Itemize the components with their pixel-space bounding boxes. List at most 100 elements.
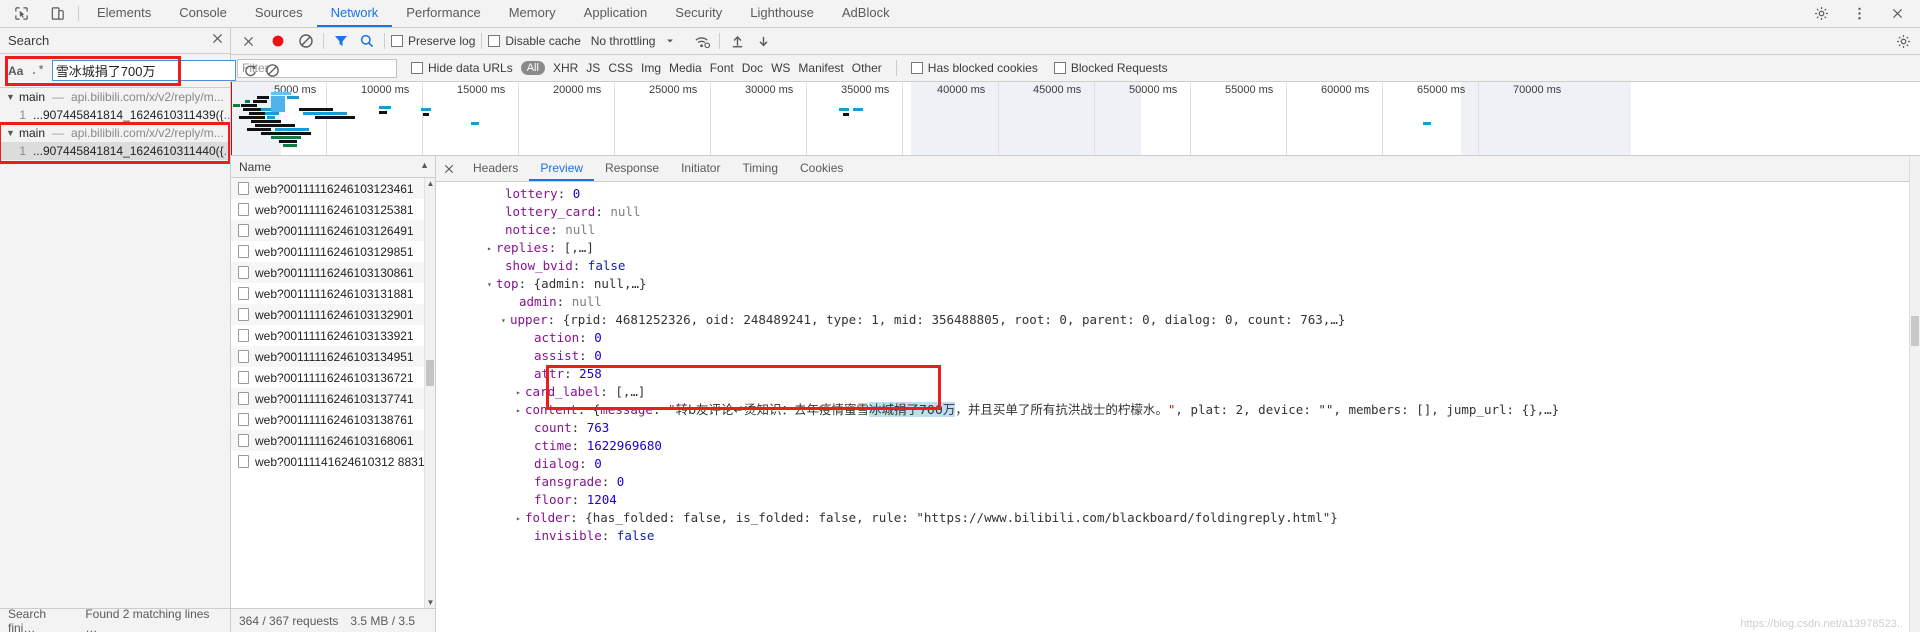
checkbox-box[interactable] (391, 35, 403, 47)
scroll-up-icon[interactable]: ▲ (425, 178, 435, 189)
tab-elements[interactable]: Elements (83, 0, 165, 27)
import-har-icon[interactable] (726, 30, 748, 52)
request-row[interactable]: web?00111116246103138761 (231, 409, 435, 430)
checkbox-box[interactable] (910, 62, 923, 74)
request-row[interactable]: web?00111116246103133921 (231, 325, 435, 346)
device-toolbar-icon[interactable] (46, 3, 68, 25)
tab-application[interactable]: Application (570, 0, 662, 27)
tab-adblock[interactable]: AdBlock (828, 0, 904, 27)
type-filter-all[interactable]: All (520, 61, 545, 75)
tab-memory[interactable]: Memory (495, 0, 570, 27)
tab-security[interactable]: Security (661, 0, 736, 27)
type-filter-xhr[interactable]: XHR (553, 61, 578, 75)
tab-network[interactable]: Network (316, 0, 393, 27)
chevron-right-icon[interactable]: ▸ (516, 510, 525, 528)
request-row[interactable]: web?00111116246103131881 (231, 283, 435, 304)
checkbox-box[interactable] (488, 35, 501, 47)
scrollbar-thumb[interactable] (1911, 316, 1919, 346)
request-row[interactable]: web?00111116246103123461 (231, 178, 435, 199)
type-filter-doc[interactable]: Doc (742, 61, 763, 75)
chevron-right-icon[interactable]: ▸ (516, 384, 525, 402)
outer-scrollbar[interactable] (1909, 156, 1920, 632)
throttling-select[interactable]: No throttling (591, 34, 656, 48)
detail-tab-timing[interactable]: Timing (731, 156, 789, 181)
request-list-rows[interactable]: web?00111116246103123461 web?00111116246… (231, 178, 435, 608)
request-row[interactable]: web?00111141624610312 8831 (231, 451, 435, 472)
chevron-down-icon[interactable]: ▼ (6, 92, 15, 102)
hide-data-urls-checkbox[interactable]: Hide data URLs (411, 61, 513, 75)
type-filter-manifest[interactable]: Manifest (798, 61, 843, 75)
detail-tab-headers[interactable]: Headers (462, 156, 529, 181)
json-sep: : (579, 348, 595, 363)
gear-icon[interactable] (1810, 3, 1832, 25)
json-preview-tree[interactable]: ▸lottery: 0 ▸lottery_card: null ▸notice:… (436, 182, 1909, 632)
tab-console[interactable]: Console (165, 0, 241, 27)
chevron-down-icon[interactable]: ▾ (487, 276, 496, 294)
sort-asc-icon[interactable]: ▲ (420, 160, 429, 170)
request-row[interactable]: web?00111116246103134951 (231, 346, 435, 367)
search-result-file[interactable]: ▼ main — api.bilibili.com/x/v2/reply/m..… (0, 88, 230, 106)
disable-cache-checkbox[interactable]: Disable cache (488, 34, 581, 48)
tab-sources[interactable]: Sources (241, 0, 317, 27)
type-filter-css[interactable]: CSS (608, 61, 633, 75)
request-row[interactable]: web?00111116246103130861 (231, 262, 435, 283)
record-stop-icon[interactable] (267, 30, 289, 52)
search-icon[interactable] (356, 30, 378, 52)
chevron-down-icon[interactable]: ▼ (6, 128, 15, 138)
detail-tab-cookies[interactable]: Cookies (789, 156, 854, 181)
request-row[interactable]: web?00111116246103137741 (231, 388, 435, 409)
close-icon[interactable] (237, 30, 259, 52)
request-row[interactable]: web?00111116246103136721 (231, 367, 435, 388)
request-list-header[interactable]: Name ▲ (231, 156, 435, 178)
scrollbar-thumb[interactable] (426, 360, 434, 386)
clear-icon[interactable] (265, 60, 280, 82)
close-icon[interactable] (211, 32, 224, 48)
close-icon[interactable] (436, 156, 462, 181)
type-filter-img[interactable]: Img (641, 61, 661, 75)
type-filter-js[interactable]: JS (586, 61, 600, 75)
checkbox-box[interactable] (1053, 62, 1066, 74)
type-filter-font[interactable]: Font (710, 61, 734, 75)
search-result-line-selected[interactable]: 1 ...907445841814_1624610311440({... (0, 142, 230, 160)
chevron-right-icon[interactable]: ▸ (487, 240, 496, 258)
has-blocked-cookies-checkbox[interactable]: Has blocked cookies (910, 61, 1038, 75)
network-overview-timeline[interactable]: 5000 ms 10000 ms 15000 ms 20000 ms 25000… (231, 82, 1920, 156)
refresh-icon[interactable] (243, 60, 258, 82)
request-list-scrollbar[interactable]: ▲ ▼ (424, 178, 435, 608)
more-vertical-icon[interactable] (1848, 3, 1870, 25)
chevron-down-icon[interactable]: ▾ (501, 312, 510, 330)
clear-icon[interactable] (295, 30, 317, 52)
preserve-log-checkbox[interactable]: Preserve log (391, 34, 475, 48)
tab-lighthouse[interactable]: Lighthouse (736, 0, 828, 27)
detail-tab-initiator[interactable]: Initiator (670, 156, 731, 181)
gear-icon[interactable] (1892, 30, 1914, 52)
chevron-right-icon[interactable]: ▸ (516, 402, 525, 420)
tab-performance[interactable]: Performance (392, 0, 494, 27)
request-row[interactable]: web?00111116246103126491 (231, 220, 435, 241)
search-result-line[interactable]: 1 ...907445841814_1624610311439({... (0, 106, 230, 124)
filter-funnel-icon[interactable] (330, 30, 352, 52)
search-input[interactable] (51, 60, 236, 81)
json-row: ▸admin: null (436, 293, 1909, 311)
scroll-down-icon[interactable]: ▼ (425, 597, 435, 608)
detail-tab-response[interactable]: Response (594, 156, 670, 181)
type-filter-other[interactable]: Other (852, 61, 882, 75)
blocked-requests-checkbox[interactable]: Blocked Requests (1053, 61, 1168, 75)
request-row[interactable]: web?00111116246103129851 (231, 241, 435, 262)
detail-tab-preview[interactable]: Preview (529, 156, 595, 181)
request-row[interactable]: web?00111116246103125381 (231, 199, 435, 220)
filter-input[interactable] (237, 58, 397, 78)
close-icon[interactable] (1886, 3, 1908, 25)
match-case-toggle[interactable]: Aa (6, 64, 23, 78)
type-filter-media[interactable]: Media (669, 61, 702, 75)
request-row[interactable]: web?00111116246103168061 (231, 430, 435, 451)
chevron-down-icon[interactable] (659, 30, 681, 52)
network-conditions-icon[interactable] (691, 30, 713, 52)
search-result-file[interactable]: ▼ main — api.bilibili.com/x/v2/reply/m..… (0, 124, 230, 142)
type-filter-ws[interactable]: WS (771, 61, 790, 75)
checkbox-box[interactable] (411, 62, 423, 74)
request-row[interactable]: web?00111116246103132901 (231, 304, 435, 325)
regex-toggle[interactable]: .* (30, 64, 44, 78)
export-har-icon[interactable] (752, 30, 774, 52)
inspect-element-icon[interactable] (10, 3, 32, 25)
